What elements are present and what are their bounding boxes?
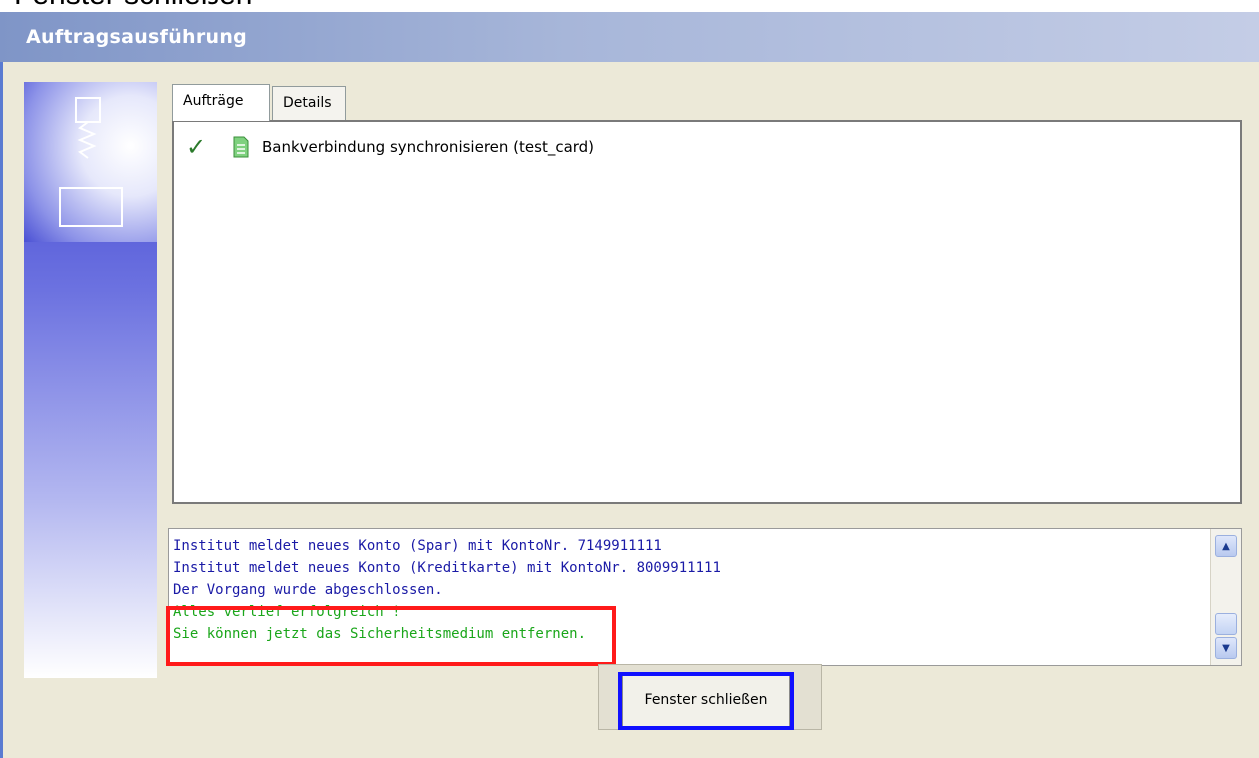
flowchart-graphic: [24, 82, 157, 242]
tab-auftraege[interactable]: Aufträge: [172, 84, 270, 121]
orders-list: ✓ Bankverbindung synchronisieren (test_c…: [172, 120, 1242, 504]
scroll-thumb[interactable]: [1215, 613, 1237, 635]
tab-label: Aufträge: [183, 93, 244, 109]
log-line: Institut meldet neues Konto (Spar) mit K…: [173, 538, 662, 554]
checkmark-icon: ✓: [186, 133, 207, 161]
scroll-down-arrow-icon[interactable]: ▼: [1215, 637, 1237, 659]
title-bar[interactable]: Auftragsausführung: [0, 12, 1259, 62]
document-fragment-strip: Fenster schließen: [0, 0, 1259, 12]
wizard-side-panel: [24, 82, 157, 678]
close-window-button[interactable]: Fenster schließen: [622, 672, 790, 728]
window-title: Auftragsausführung: [26, 26, 248, 48]
close-button-label: Fenster schließen: [644, 692, 768, 708]
order-label: Bankverbindung synchronisieren (test_car…: [262, 138, 595, 156]
window-border: [0, 62, 3, 758]
log-line-success: Sie können jetzt das Sicherheitsmedium e…: [173, 626, 587, 642]
log-line: Der Vorgang wurde abgeschlossen.: [173, 582, 443, 598]
order-execution-window: Auftragsausführung Aufträge Details ✓ Ba…: [0, 12, 1259, 758]
log-line: Institut meldet neues Konto (Kreditkarte…: [173, 560, 721, 576]
log-line-success: Alles verlief erfolgreich !: [173, 604, 401, 620]
tab-label: Details: [283, 95, 332, 111]
log-lines: Institut meldet neues Konto (Spar) mit K…: [173, 535, 1203, 645]
list-item[interactable]: ✓ Bankverbindung synchronisieren (test_c…: [186, 132, 594, 162]
document-icon: [230, 135, 252, 159]
tab-details[interactable]: Details: [272, 86, 346, 120]
flowchart-icon: [59, 97, 123, 227]
document-fragment-text: Fenster schließen: [14, 0, 252, 12]
log-scrollbar[interactable]: ▲ ▼: [1210, 529, 1241, 665]
scroll-up-arrow-icon[interactable]: ▲: [1215, 535, 1237, 557]
log-panel[interactable]: Institut meldet neues Konto (Spar) mit K…: [168, 528, 1242, 666]
